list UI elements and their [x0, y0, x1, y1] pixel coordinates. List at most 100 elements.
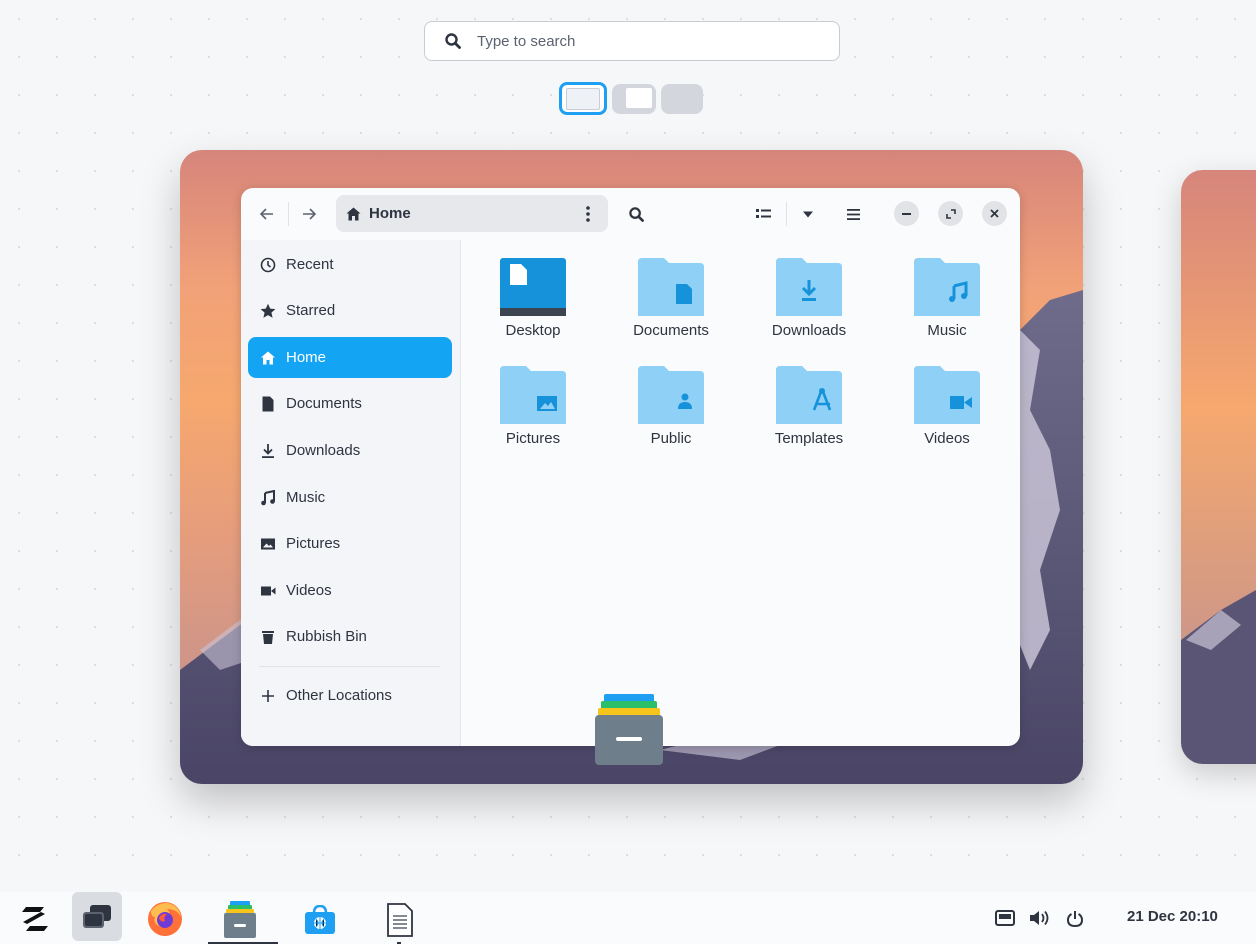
wired-network-icon: [995, 910, 1015, 926]
home-icon: [261, 351, 275, 364]
workspace-3-thumbnail[interactable]: [661, 84, 703, 114]
file-item-documents[interactable]: Documents: [606, 258, 736, 339]
pictures-folder-icon: [500, 366, 566, 424]
path-label: Home: [369, 205, 411, 222]
picture-icon: [261, 538, 275, 549]
taskbar: [0, 892, 1256, 944]
file-label: Downloads: [771, 322, 847, 339]
videos-folder-icon: [914, 366, 980, 424]
path-bar[interactable]: Home: [336, 195, 608, 232]
desktop-folder-icon: [500, 258, 566, 316]
templates-folder-icon: [776, 366, 842, 424]
file-item-templates[interactable]: Templates: [744, 366, 874, 447]
home-icon: [346, 207, 361, 220]
workspace-2-thumbnail[interactable]: [612, 84, 656, 114]
sidebar-item-label: Pictures: [286, 535, 341, 552]
sidebar-item-other-locations[interactable]: Other Locations: [248, 675, 452, 716]
files-taskbar-button[interactable]: [218, 900, 262, 940]
text-editor-button[interactable]: [380, 900, 420, 940]
view-options-button[interactable]: [795, 201, 821, 227]
sidebar-item-label: Documents: [286, 395, 362, 412]
file-label: Music: [927, 322, 967, 339]
firefox-button[interactable]: [145, 900, 185, 938]
volume-indicator[interactable]: [1027, 906, 1053, 930]
window-preview-secondary[interactable]: [1181, 170, 1256, 764]
firefox-icon: [148, 902, 182, 936]
main-menu-button[interactable]: [840, 201, 866, 227]
search-button[interactable]: [623, 201, 649, 227]
trash-icon: [262, 630, 274, 644]
sidebar-item-label: Downloads: [286, 442, 361, 459]
file-item-pictures[interactable]: Pictures: [468, 366, 598, 447]
list-view-icon: [756, 209, 771, 218]
sidebar-item-label: Recent: [286, 256, 334, 273]
file-item-music[interactable]: Music: [882, 258, 1012, 339]
sidebar-item-label: Videos: [286, 582, 332, 599]
files-icon: [224, 901, 256, 938]
forward-button[interactable]: [297, 201, 321, 227]
sidebar-item-label: Home: [286, 349, 327, 366]
sidebar: Recent Starred Home Documents Downloads …: [241, 240, 461, 746]
plus-icon: [262, 689, 274, 702]
clock-icon: [260, 257, 276, 272]
file-label: Videos: [924, 430, 970, 447]
file-label: Desktop: [505, 322, 561, 339]
search-input[interactable]: [475, 31, 809, 51]
file-label: Templates: [774, 430, 844, 447]
search-icon: [445, 33, 461, 49]
file-item-downloads[interactable]: Downloads: [744, 258, 874, 339]
documents-folder-icon: [638, 258, 704, 316]
sidebar-item-starred[interactable]: Starred: [248, 290, 452, 331]
sidebar-item-home[interactable]: Home: [248, 337, 452, 378]
arrow-left-icon: [260, 208, 273, 220]
power-icon: [1067, 910, 1083, 927]
public-folder-icon: [638, 366, 704, 424]
taskbar-clock[interactable]: 21 Dec 20:10: [1127, 908, 1218, 925]
sidebar-item-label: Music: [286, 489, 326, 506]
search-bar[interactable]: [424, 21, 840, 61]
file-label: Public: [650, 430, 692, 447]
zorin-menu-button[interactable]: [19, 904, 51, 934]
star-icon: [260, 303, 276, 318]
files-app-icon: [595, 694, 663, 765]
view-toggle-button[interactable]: [751, 201, 777, 227]
sidebar-item-label: Rubbish Bin: [286, 628, 367, 645]
sidebar-item-rubbish-bin[interactable]: Rubbish Bin: [248, 616, 452, 657]
sidebar-item-documents[interactable]: Documents: [248, 383, 452, 424]
file-item-public[interactable]: Public: [606, 366, 736, 447]
minimize-button[interactable]: [894, 201, 919, 226]
path-menu-button[interactable]: [576, 201, 600, 227]
close-icon: [990, 209, 999, 218]
volume-icon: [1030, 910, 1049, 926]
power-indicator[interactable]: [1063, 906, 1087, 930]
file-label: Documents: [633, 322, 709, 339]
file-item-desktop[interactable]: Desktop: [468, 258, 598, 339]
wallpaper-secondary: [1181, 170, 1256, 764]
workspaces-overview-button[interactable]: [72, 892, 122, 941]
sidebar-item-videos[interactable]: Videos: [248, 570, 452, 611]
maximize-icon: [945, 208, 956, 219]
file-item-videos[interactable]: Videos: [882, 366, 1012, 447]
header-bar: Home: [241, 188, 1020, 240]
downloads-folder-icon: [776, 258, 842, 316]
sidebar-item-music[interactable]: Music: [248, 477, 452, 518]
video-icon: [261, 586, 276, 595]
software-store-button[interactable]: [300, 902, 340, 938]
sidebar-separator: [259, 666, 440, 667]
document-text-icon: [387, 903, 413, 937]
windows-icon: [83, 904, 111, 928]
maximize-button[interactable]: [938, 201, 963, 226]
file-manager-window[interactable]: Home Recent Starred Home Documents Downl…: [241, 188, 1020, 746]
sidebar-item-label: Other Locations: [286, 687, 392, 704]
more-vertical-icon: [586, 206, 590, 222]
file-label: Pictures: [505, 430, 561, 447]
network-indicator[interactable]: [993, 906, 1017, 930]
close-button[interactable]: [982, 201, 1007, 226]
sidebar-item-recent[interactable]: Recent: [248, 244, 452, 285]
zorin-logo-icon: [22, 907, 48, 931]
back-button[interactable]: [255, 201, 279, 227]
workspace-1-thumbnail[interactable]: [559, 82, 607, 115]
sidebar-item-pictures[interactable]: Pictures: [248, 523, 452, 564]
sidebar-item-downloads[interactable]: Downloads: [248, 430, 452, 471]
minimize-icon: [902, 212, 911, 215]
